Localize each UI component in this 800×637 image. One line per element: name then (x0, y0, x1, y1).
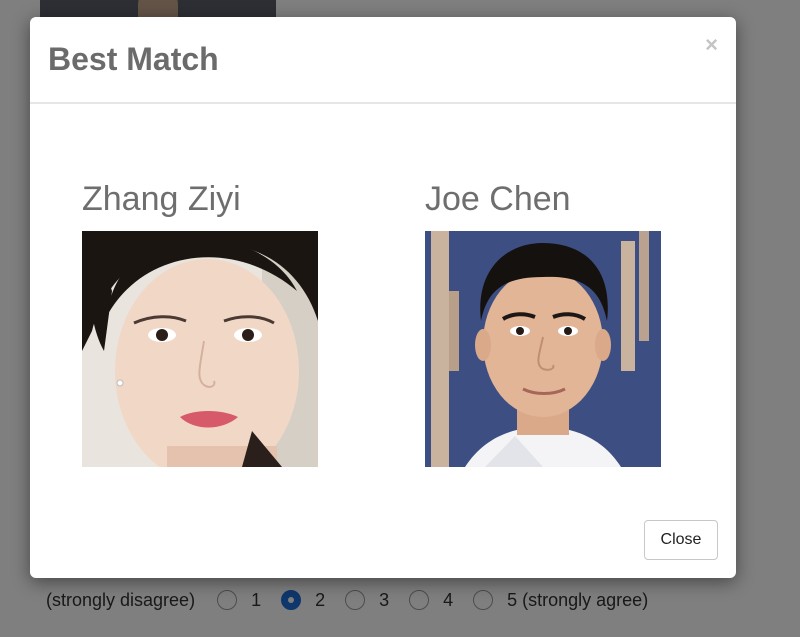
match-photo (82, 231, 318, 467)
match-name: Zhang Ziyi (82, 180, 241, 218)
best-match-modal: Best Match × Zhang Ziyi Joe Chen Close (30, 17, 736, 578)
match-card-left: Zhang Ziyi (82, 177, 322, 467)
close-button[interactable]: Close (644, 520, 718, 560)
modal-header: Best Match × (30, 17, 736, 104)
close-icon[interactable]: × (705, 33, 718, 57)
match-card-right: Joe Chen (425, 177, 665, 467)
match-photo (425, 231, 661, 467)
match-name: Joe Chen (425, 180, 571, 218)
modal-title: Best Match (48, 41, 219, 77)
